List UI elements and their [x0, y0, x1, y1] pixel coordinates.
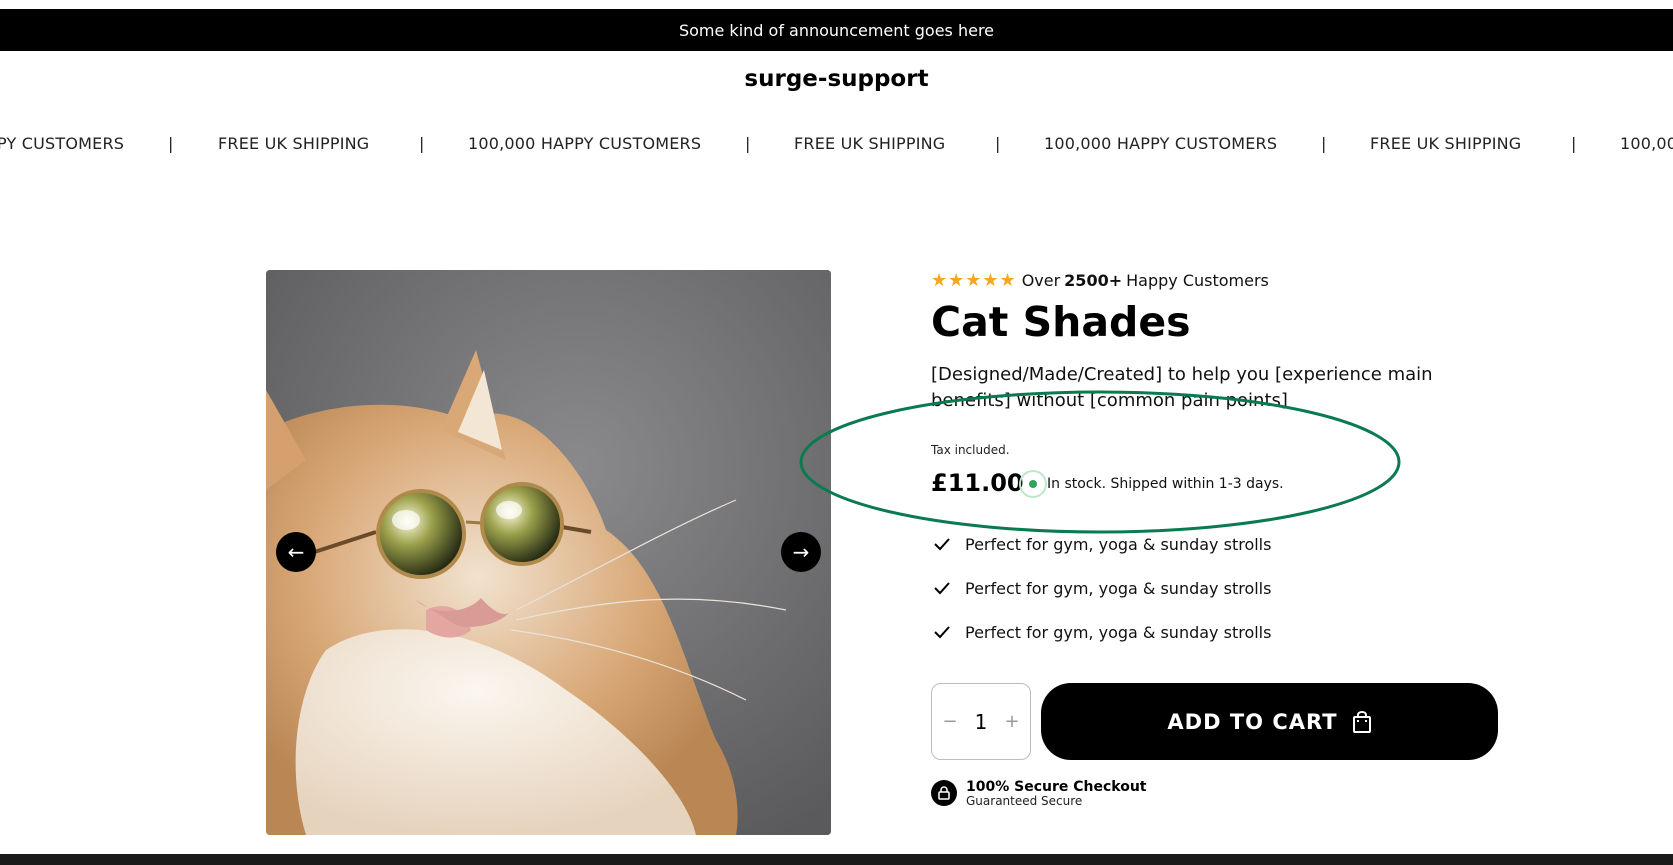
marquee-separator: |: [419, 134, 425, 153]
marquee-separator: |: [1571, 134, 1577, 153]
product-description: [Designed/Made/Created] to help you [exp…: [931, 364, 1433, 411]
gallery-prev-button[interactable]: ←: [276, 532, 316, 572]
product-gallery: ← →: [266, 270, 831, 835]
feature-text: Perfect for gym, yoga & sunday strolls: [965, 578, 1272, 598]
store-brand[interactable]: surge-support: [0, 66, 1673, 92]
footer-strip: [0, 854, 1673, 865]
secure-checkout-title: 100% Secure Checkout: [966, 779, 1147, 795]
announcement-text: Some kind of announcement goes here: [678, 20, 995, 40]
tax-note: Tax included.: [931, 443, 1010, 457]
feature-text: Perfect for gym, yoga & sunday strolls: [965, 622, 1272, 642]
star-rating-icon: ★★★★★: [931, 269, 1017, 291]
marquee-separator: |: [995, 134, 1001, 153]
marquee-separator: |: [1321, 134, 1327, 153]
gallery-next-button[interactable]: →: [781, 532, 821, 572]
check-icon: [934, 582, 950, 595]
rating-suffix: Happy Customers: [1126, 270, 1269, 290]
top-strip: [0, 0, 1673, 9]
marquee-item: 100,000 HAPPY CUSTOMERS: [1044, 134, 1278, 153]
quantity-input[interactable]: [964, 708, 998, 735]
lock-icon: [931, 780, 957, 806]
stock-status-text: In stock. Shipped within 1-3 days.: [1047, 476, 1284, 492]
quantity-increase-button[interactable]: +: [1004, 711, 1020, 732]
quantity-decrease-button[interactable]: −: [942, 711, 958, 732]
shopping-bag-icon: [1352, 710, 1371, 733]
add-to-cart-label: ADD TO CART: [1167, 709, 1338, 734]
rating-prefix: Over: [1021, 270, 1061, 290]
marquee-item: FREE UK SHIPPING: [794, 134, 946, 153]
announcement-bar: Some kind of announcement goes here: [0, 9, 1673, 51]
feature-item: Perfect for gym, yoga & sunday strolls: [931, 576, 1271, 600]
marquee-separator: |: [168, 134, 174, 153]
feature-text: Perfect for gym, yoga & sunday strolls: [965, 534, 1272, 554]
product-image: [266, 270, 831, 835]
check-icon: [934, 538, 950, 551]
add-to-cart-button[interactable]: ADD TO CART: [1041, 683, 1498, 760]
check-icon: [934, 626, 950, 639]
secure-checkout-subtitle: Guaranteed Secure: [966, 794, 1083, 808]
rating-row: ★★★★★ Over 2500+ Happy Customers: [931, 268, 1269, 292]
marquee-separator: |: [745, 134, 751, 153]
quantity-stepper: − +: [931, 683, 1031, 760]
feature-item: Perfect for gym, yoga & sunday strolls: [931, 532, 1271, 556]
marquee-item: PY CUSTOMERS: [0, 134, 125, 153]
marquee-banner: PY CUSTOMERS | FREE UK SHIPPING | 100,00…: [0, 134, 1673, 158]
rating-count: 2500+: [1064, 270, 1123, 290]
marquee-item: FREE UK SHIPPING: [1370, 134, 1522, 153]
product-price: £11.00: [931, 469, 1024, 497]
feature-item: Perfect for gym, yoga & sunday strolls: [931, 620, 1271, 644]
product-title: Cat Shades: [931, 298, 1191, 346]
marquee-item: 100,00: [1620, 134, 1673, 153]
stock-status-icon: [1019, 470, 1047, 498]
marquee-item: 100,000 HAPPY CUSTOMERS: [468, 134, 702, 153]
marquee-item: FREE UK SHIPPING: [218, 134, 370, 153]
